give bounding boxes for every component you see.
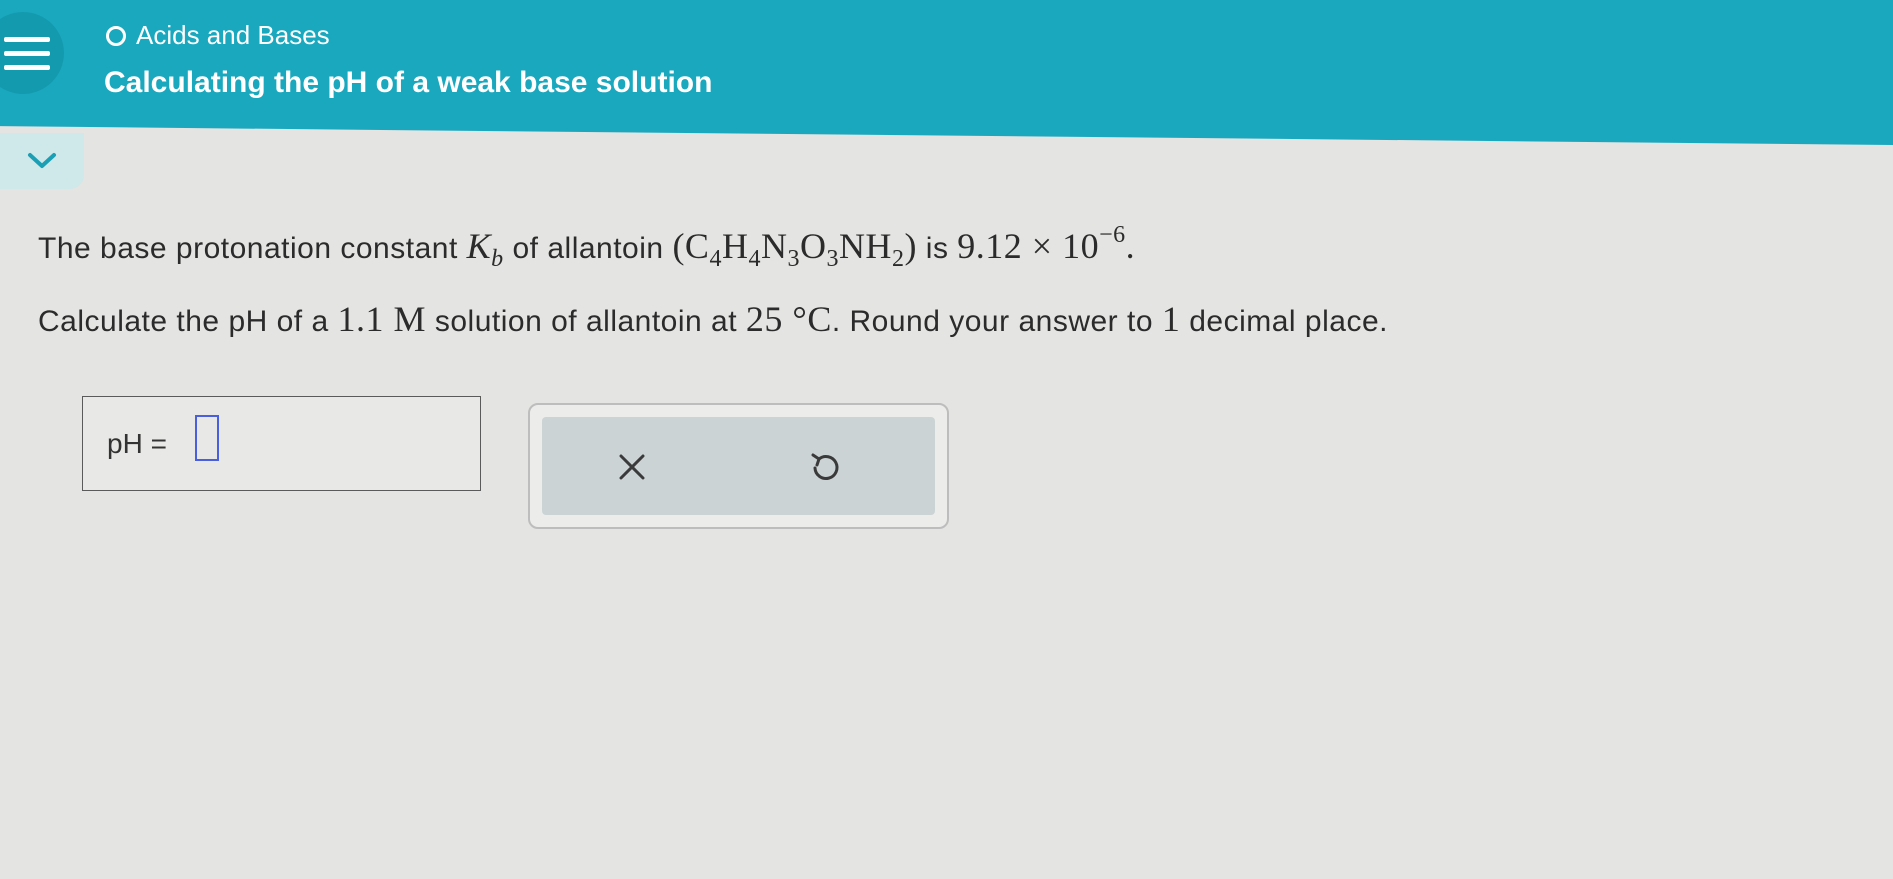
decimal-count: 1: [1161, 299, 1181, 339]
problem-text: The base protonation constant: [38, 232, 458, 265]
topic-breadcrumb: Acids and Bases: [106, 20, 330, 51]
hamburger-icon-bar: [4, 64, 50, 70]
x-icon: [619, 454, 645, 480]
problem-text: is: [925, 232, 949, 265]
tool-panel: [542, 417, 935, 515]
answer-box: pH =: [82, 396, 481, 491]
answer-tools: [528, 403, 949, 529]
undo-button[interactable]: [805, 447, 845, 487]
hamburger-icon-bar: [4, 50, 50, 56]
problem-text: of allantoin: [512, 232, 664, 265]
chevron-down-icon: [28, 153, 56, 168]
temperature-value: 25 °C: [745, 299, 832, 339]
undo-icon: [811, 453, 839, 480]
answer-label: pH =: [107, 428, 167, 459]
clear-button[interactable]: [612, 447, 652, 487]
problem-statement-line1: The base protonation constant Kb of alla…: [38, 222, 1135, 273]
problem-text: . Round your answer to: [831, 305, 1154, 338]
problem-statement-line2: Calculate the pH of a 1.1 M solution of …: [38, 298, 1388, 340]
page-title: Calculating the pH of a weak base soluti…: [104, 66, 713, 99]
problem-text: Calculate the pH of a: [38, 305, 329, 338]
problem-text: decimal place.: [1189, 305, 1388, 338]
hamburger-icon: [4, 36, 50, 42]
topic-label: Acids and Bases: [136, 20, 330, 50]
chemical-formula: (C4H4N3O3NH2): [672, 226, 917, 272]
circle-outline-icon: [106, 25, 126, 46]
concentration-value: 1.1 M: [337, 299, 427, 339]
collapse-button[interactable]: [0, 133, 84, 189]
ph-answer-input[interactable]: [195, 415, 219, 461]
kb-symbol: Kb: [466, 226, 504, 272]
kb-value: 9.12 × 10−6.: [957, 222, 1136, 266]
problem-text: solution of allantoin at: [434, 305, 738, 338]
